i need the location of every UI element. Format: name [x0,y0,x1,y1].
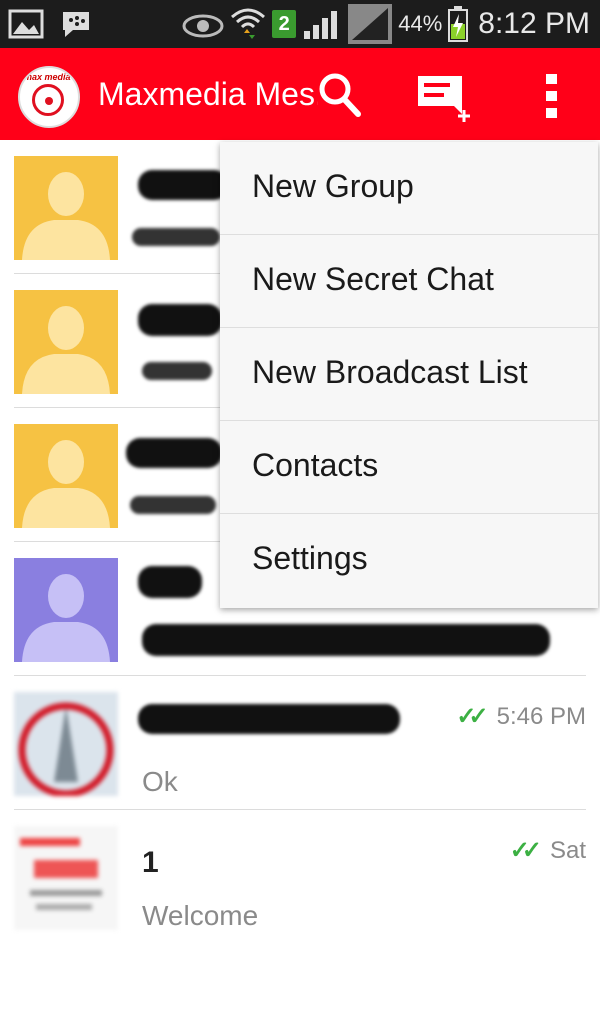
read-ticks-icon: ✓✓ [509,837,542,864]
person-icon [22,574,110,662]
menu-item-new-broadcast-list[interactable]: New Broadcast List [220,328,598,421]
redacted-name [138,566,202,598]
signal-icon-2 [348,4,393,44]
messenger-icon [63,12,89,37]
chat-time: ✓✓ Sat [510,836,586,865]
redacted-message [132,228,220,246]
signal-icon [304,11,338,39]
status-bar: 2 44% 8:12 PM [0,0,600,48]
redacted-message [142,362,212,380]
redacted-message [130,496,216,514]
person-icon [22,306,110,394]
clock: 8:12 PM [478,7,590,40]
redacted-name [138,170,228,200]
battery-percent: 44% [398,11,443,36]
contact-avatar [14,290,118,394]
photo-avatar-icon [14,826,118,930]
menu-item-label: New Broadcast List [252,354,528,390]
menu-item-contacts[interactable]: Contacts [220,421,598,514]
more-options-icon[interactable] [540,72,564,120]
logo-text: max media [24,72,71,82]
contact-avatar [14,826,118,930]
contact-avatar [14,558,118,662]
menu-item-label: New Group [252,168,414,204]
chat-row[interactable]: 1 ✓✓ Sat Welcome [0,810,600,944]
person-icon [22,172,110,260]
logo-dot [45,97,53,105]
app-toolbar: max media Maxmedia Mes... [0,48,600,140]
menu-item-label: Settings [252,540,368,576]
eye-icon [182,14,224,38]
chat-last-message: Welcome [142,900,259,931]
contact-avatar [14,156,118,260]
network-badge: 2 [272,10,297,38]
chat-time: ✓✓ 5:46 PM [456,702,586,731]
gallery-icon [8,9,44,39]
read-ticks-icon: ✓✓ [456,703,488,730]
menu-item-label: New Secret Chat [252,261,494,297]
search-icon[interactable] [318,72,362,118]
redacted-name [138,704,400,734]
chat-time-label: Sat [549,836,586,864]
chat-time-label: 5:46 PM [496,702,586,730]
contact-avatar [14,424,118,528]
redacted-message [142,624,550,656]
menu-item-settings[interactable]: Settings [220,514,598,607]
chat-row[interactable]: ✓✓ 5:46 PM Ok [0,676,600,810]
redacted-name [138,304,222,336]
person-icon [22,440,110,528]
redacted-name [126,438,222,468]
contact-avatar [14,692,118,796]
battery-icon [448,6,469,42]
app-logo[interactable]: max media [18,66,80,128]
photo-avatar-icon [14,692,118,796]
overflow-menu: New Group New Secret Chat New Broadcast … [220,142,598,608]
menu-item-new-group[interactable]: New Group [220,142,598,235]
compose-icon[interactable] [418,74,478,124]
chat-name: 1 [142,846,159,879]
chat-last-message: Ok [142,766,178,797]
app-title: Maxmedia Mes... [98,76,318,112]
menu-item-label: Contacts [252,447,379,483]
wifi-icon [231,8,266,39]
menu-item-new-secret-chat[interactable]: New Secret Chat [220,235,598,328]
